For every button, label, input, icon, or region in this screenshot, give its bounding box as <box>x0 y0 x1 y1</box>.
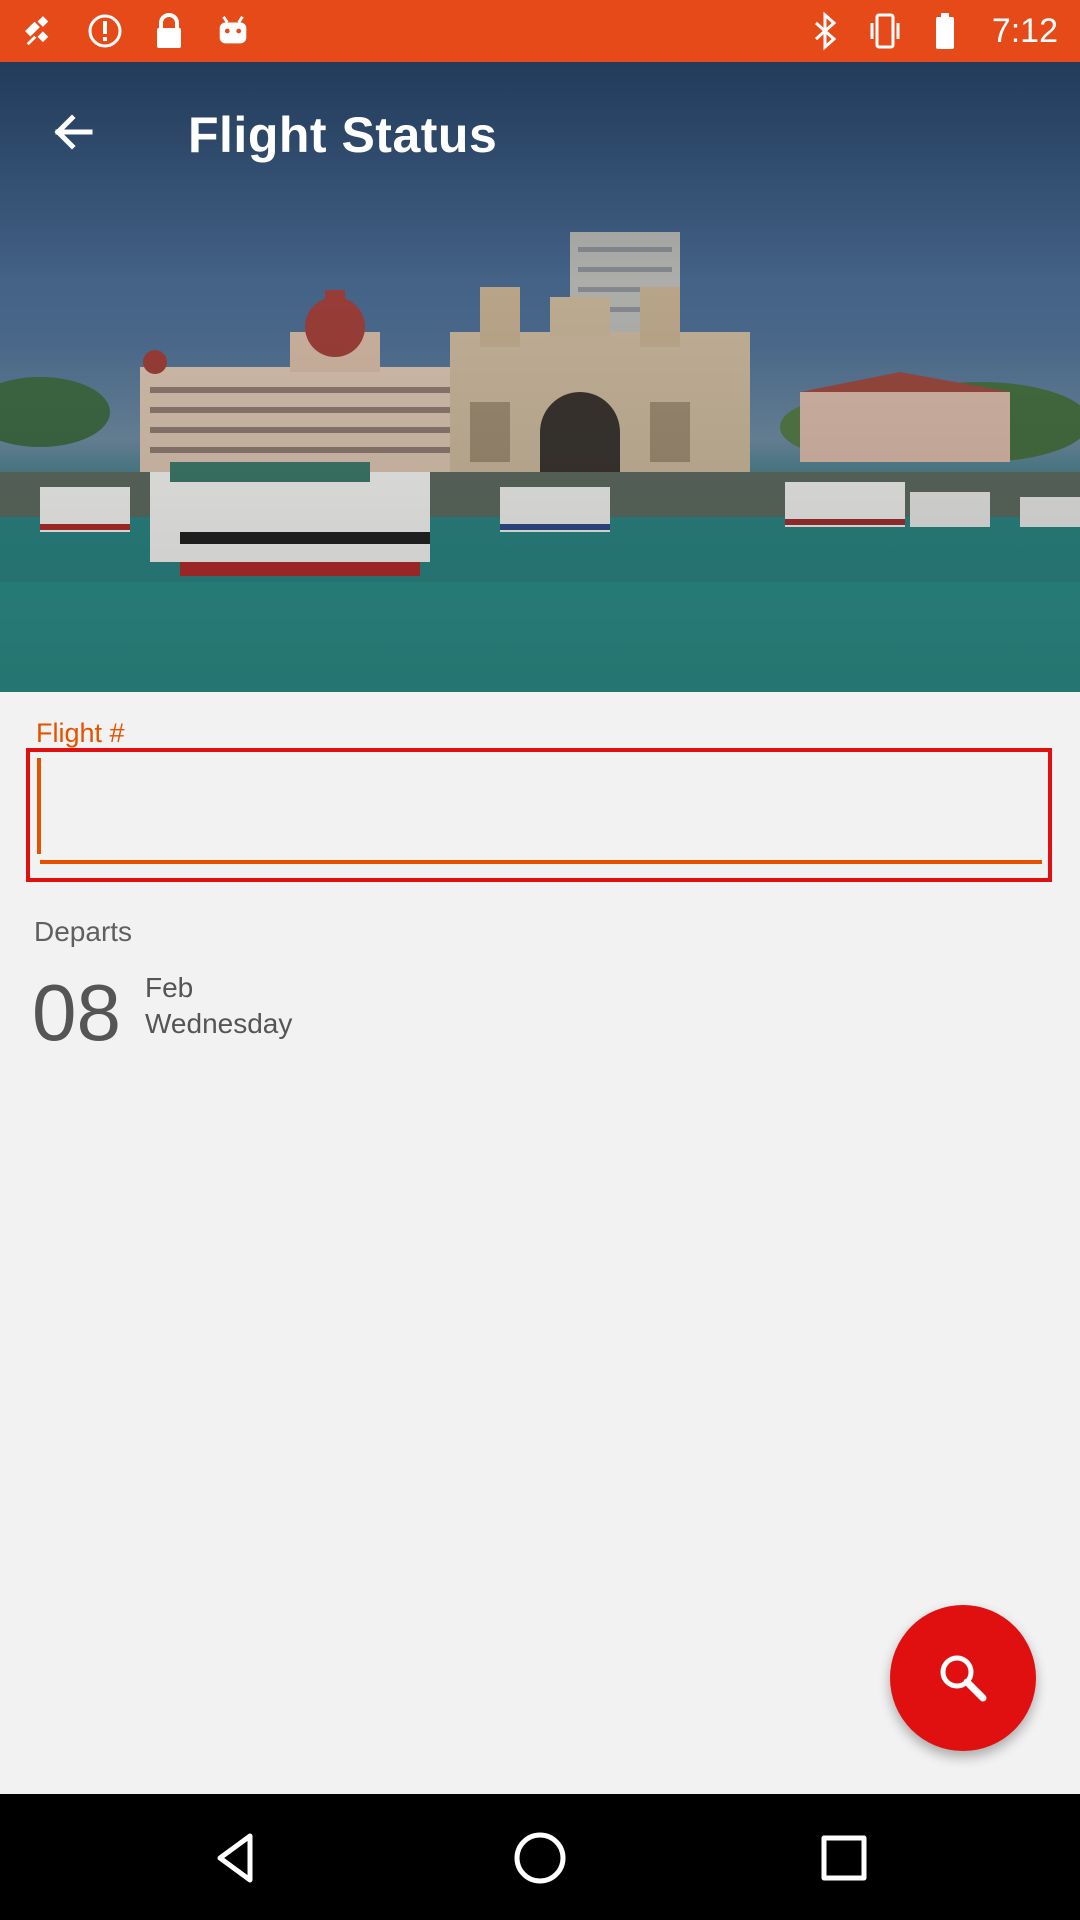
flight-number-field-highlight <box>26 748 1052 882</box>
date-weekday: Wednesday <box>145 1008 293 1039</box>
back-button[interactable] <box>36 96 108 168</box>
search-icon <box>940 1655 987 1702</box>
android-icon <box>214 12 252 50</box>
status-bar: 7:12 <box>0 0 1080 62</box>
vibrate-icon <box>866 12 904 50</box>
battery-icon <box>926 12 964 50</box>
date-day: 08 <box>32 968 121 1057</box>
status-right-icons: 7:12 <box>806 12 1058 51</box>
lock-icon <box>150 12 188 50</box>
arrow-left-icon <box>54 114 93 150</box>
date-month: Feb <box>145 972 194 1003</box>
alert-icon <box>86 12 124 50</box>
status-time: 7:12 <box>991 11 1058 50</box>
departs-label: Departs <box>34 916 133 947</box>
page-title: Flight Status <box>188 107 498 163</box>
status-left-icons <box>22 12 252 50</box>
navigation-bar <box>0 1794 1080 1920</box>
fake-gps-icon <box>22 12 60 50</box>
flight-number-input[interactable] <box>40 760 1042 864</box>
back-triangle-icon <box>217 1833 253 1883</box>
search-button[interactable] <box>890 1605 1036 1751</box>
flight-number-label: Flight # <box>36 718 125 748</box>
nav-recents-button[interactable] <box>808 1822 880 1894</box>
bluetooth-icon <box>806 11 844 51</box>
nav-back-button[interactable] <box>200 1822 272 1894</box>
recents-square-icon <box>821 1835 867 1881</box>
nav-home-button[interactable] <box>504 1822 576 1894</box>
text-cursor <box>37 758 41 854</box>
app-bar: Flight Status <box>0 62 1080 210</box>
home-circle-icon <box>514 1832 566 1884</box>
